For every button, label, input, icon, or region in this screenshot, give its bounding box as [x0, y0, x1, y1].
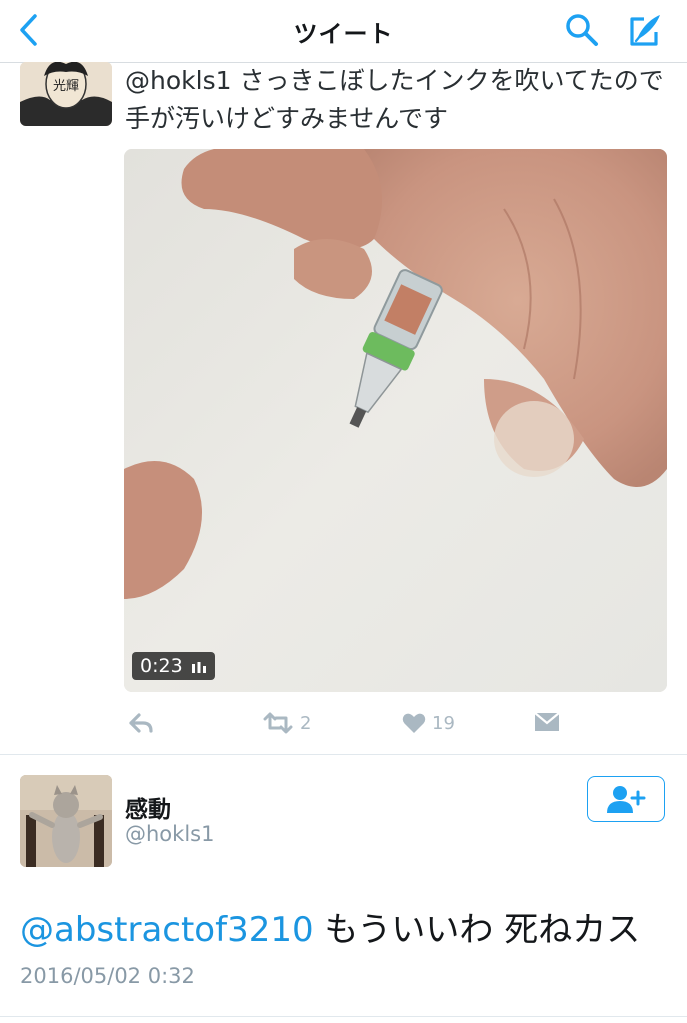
- avatar-text: 光輝: [53, 79, 79, 94]
- user-handle[interactable]: @hokls1: [125, 822, 214, 846]
- tweet-timestamp: 2016/05/02 0:32: [20, 964, 195, 988]
- video-duration-badge: 0:23: [132, 652, 215, 680]
- retweet-icon: [263, 712, 293, 734]
- user-display-name[interactable]: 感動: [125, 790, 171, 824]
- compose-tweet-button[interactable]: [622, 8, 666, 52]
- search-button[interactable]: [562, 10, 602, 50]
- video-player[interactable]: 0:23: [124, 149, 667, 692]
- search-icon: [566, 14, 598, 46]
- avatar[interactable]: [20, 775, 112, 867]
- like-button[interactable]: 19: [402, 712, 455, 734]
- heart-icon: [402, 713, 426, 733]
- tweet-actions: 2 19: [124, 706, 667, 746]
- envelope-icon: [534, 712, 560, 731]
- tweet-text: @hokls1 さっきこぼしたインクを吹いてたので手が汚いけどすみませんです: [125, 62, 670, 138]
- retweet-button[interactable]: 2: [262, 712, 311, 734]
- stats-icon: [191, 662, 206, 673]
- follow-button[interactable]: [587, 776, 665, 822]
- reply-icon: [129, 713, 153, 733]
- reply-button[interactable]: [128, 712, 154, 734]
- avatar-illustration: 光輝: [20, 62, 112, 126]
- direct-message-button[interactable]: [534, 712, 560, 732]
- tweet-handle[interactable]: @hokls1: [125, 66, 232, 95]
- tweet-body: もういいわ 死ねカス: [313, 910, 641, 950]
- compose-icon: [630, 15, 660, 46]
- mention-link[interactable]: @abstractof3210: [20, 910, 314, 950]
- add-user-icon: [607, 786, 646, 813]
- avatar-illustration: [20, 775, 112, 867]
- tweet-text: @abstractof3210 もういいわ 死ねカス: [20, 902, 640, 951]
- avatar[interactable]: 光輝: [20, 62, 112, 126]
- like-count: 19: [432, 712, 455, 734]
- divider: [0, 1016, 687, 1017]
- retweet-count: 2: [300, 712, 312, 734]
- video-duration: 0:23: [140, 655, 183, 677]
- top-nav-bar: ツイート: [0, 0, 687, 63]
- divider: [0, 754, 687, 755]
- video-thumbnail: [124, 149, 667, 692]
